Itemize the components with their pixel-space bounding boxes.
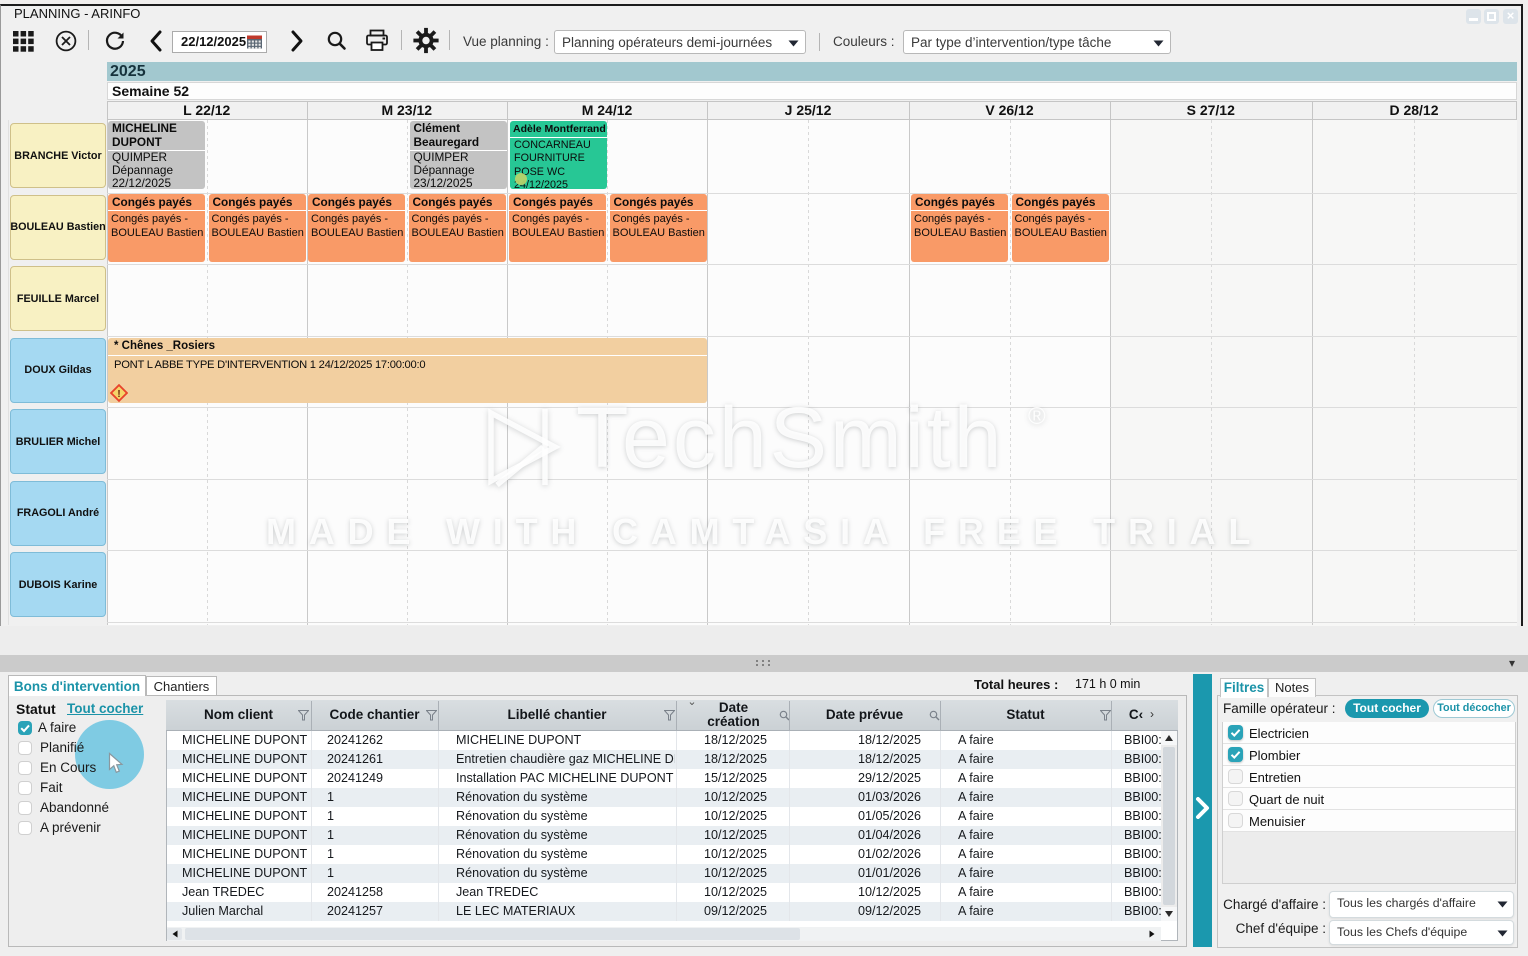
svg-text:!: ! [117, 388, 121, 400]
